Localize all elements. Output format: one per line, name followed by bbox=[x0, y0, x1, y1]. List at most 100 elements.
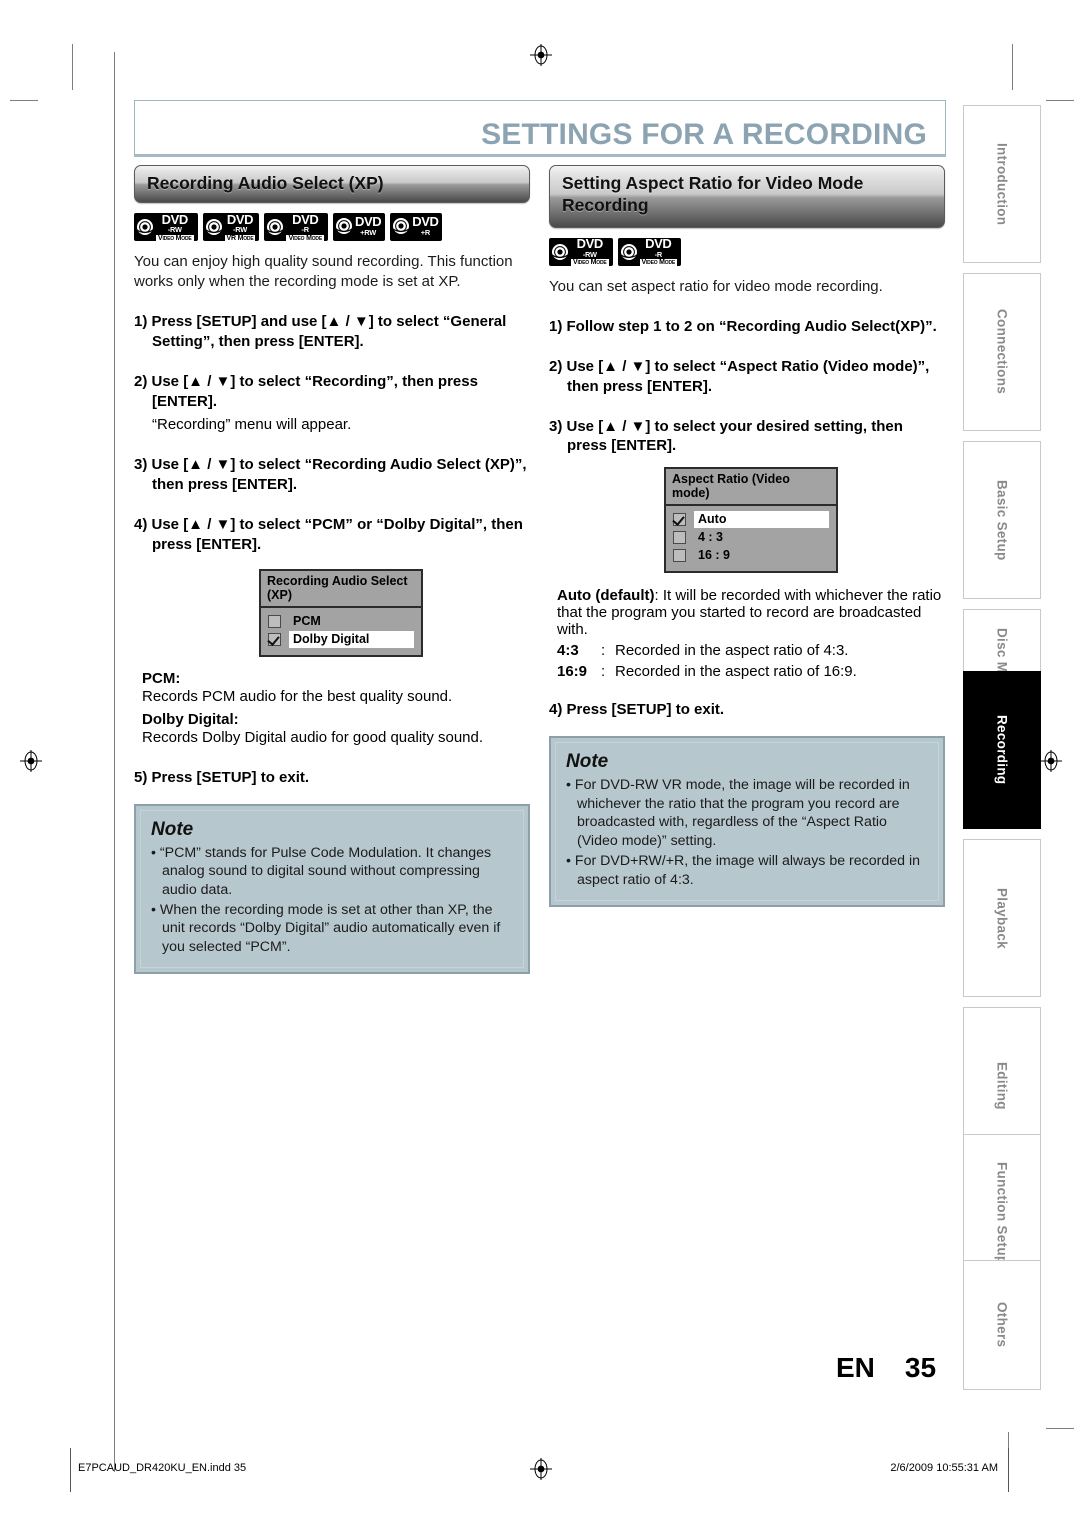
ratio-separator: : bbox=[601, 642, 606, 660]
sidebar-item-introduction[interactable]: Introduction bbox=[963, 105, 1041, 263]
registration-mark-right bbox=[1040, 750, 1062, 772]
step-item: 4) Use [▲ / ▼] to select “PCM” or “Dolby… bbox=[134, 515, 523, 553]
tab-label: Basic Setup bbox=[994, 479, 1010, 561]
step-item: 3) Use [▲ / ▼] to select your desired se… bbox=[549, 417, 903, 455]
osd-option-label: Auto bbox=[694, 511, 829, 529]
definition-description: Records Dolby Digital audio for good qua… bbox=[142, 728, 484, 746]
tab-label: Playback bbox=[994, 887, 1010, 949]
osd-option-row[interactable]: Auto bbox=[673, 511, 829, 529]
disc-badge: DVD -R Video Mode bbox=[617, 236, 682, 267]
auto-definition-term: Auto (default) bbox=[557, 587, 655, 605]
note-heading: Note bbox=[566, 751, 609, 773]
step-note: “Recording” menu will appear. bbox=[152, 416, 352, 434]
disc-badge-name: DVD bbox=[354, 214, 382, 230]
step-item-final: 4) Press [SETUP] to exit. bbox=[549, 701, 725, 719]
crop-mark-top-left-horizontal bbox=[10, 100, 38, 101]
disc-badge-mode: VR Mode bbox=[224, 234, 256, 242]
disc-badge-format: -RW bbox=[232, 225, 247, 235]
page-language-code: EN bbox=[836, 1352, 875, 1383]
osd-dialog-title: Recording Audio Select (XP) bbox=[261, 570, 421, 608]
section-intro-text: You can enjoy high quality sound recordi… bbox=[134, 253, 513, 291]
section-title-label: Setting Aspect Ratio for Video Mode Reco… bbox=[562, 173, 864, 216]
section-header-aspect-ratio: Setting Aspect Ratio for Video Mode Reco… bbox=[549, 165, 945, 228]
disc-badge-name: DVD bbox=[412, 214, 439, 230]
crop-mark-bottom-right-horizontal bbox=[1046, 1428, 1074, 1429]
checkbox-unchecked-icon[interactable] bbox=[673, 549, 686, 563]
side-tab-strip: Introduction Connections Basic Setup Dis… bbox=[963, 105, 1041, 1390]
title-underline bbox=[134, 154, 946, 157]
osd-option-list: Auto 4 : 3 16 : 9 bbox=[666, 506, 836, 571]
sidebar-item-connections[interactable]: Connections bbox=[963, 273, 1041, 431]
footer-timestamp: 2/6/2009 10:55:31 AM bbox=[890, 1462, 998, 1474]
osd-option-row[interactable]: 4 : 3 bbox=[673, 529, 829, 546]
definition-term: Dolby Digital: bbox=[142, 710, 239, 728]
section-title-label: Recording Audio Select (XP) bbox=[147, 173, 384, 193]
checkbox-unchecked-icon[interactable] bbox=[268, 614, 281, 628]
osd-option-row[interactable]: PCM bbox=[268, 613, 414, 630]
disc-icon bbox=[620, 243, 638, 261]
footer-rule-left bbox=[70, 1448, 71, 1492]
osd-dialog-recording-audio-select: Recording Audio Select (XP) PCM Dolby Di… bbox=[259, 568, 423, 657]
disc-badge-group-left: DVD -RW Video Mode DVD -RW VR Mode DVD -… bbox=[134, 211, 530, 242]
note-box-left: Note “PCM” stands for Pulse Code Modulat… bbox=[134, 803, 530, 975]
ratio-key: 16:9 bbox=[557, 663, 588, 681]
registration-mark-top bbox=[530, 44, 552, 66]
tab-label: Introduction bbox=[994, 142, 1010, 226]
page-title: SETTINGS FOR A RECORDING bbox=[481, 118, 927, 151]
osd-option-label: 4 : 3 bbox=[698, 530, 724, 545]
disc-badge-mode: Video Mode bbox=[286, 234, 324, 242]
note-list: “PCM” stands for Pulse Code Modulation. … bbox=[151, 844, 513, 957]
ratio-separator: : bbox=[601, 663, 606, 681]
checkbox-checked-icon[interactable] bbox=[673, 513, 686, 527]
osd-option-row[interactable]: 16 : 9 bbox=[673, 547, 829, 564]
crop-mark-top-right-vertical bbox=[1012, 44, 1013, 90]
tab-label: Connections bbox=[994, 309, 1010, 395]
osd-dialog-title: Aspect Ratio (Video mode) bbox=[666, 469, 836, 507]
disc-icon bbox=[136, 218, 154, 236]
disc-badge: DVD -RW Video Mode bbox=[549, 236, 613, 267]
disc-icon bbox=[266, 218, 284, 236]
disc-badge-mode: Video Mode bbox=[571, 259, 609, 267]
osd-option-row[interactable]: Dolby Digital bbox=[268, 630, 414, 648]
step-item: 1) Follow step 1 to 2 on “Recording Audi… bbox=[549, 317, 937, 335]
sidebar-item-recording-active[interactable]: Recording bbox=[963, 671, 1041, 829]
sidebar-item-basic-setup[interactable]: Basic Setup bbox=[963, 441, 1041, 599]
chapter-title-box: SETTINGS FOR A RECORDING bbox=[134, 100, 946, 155]
disc-badge-name: DVD bbox=[576, 236, 604, 252]
osd-option-list: PCM Dolby Digital bbox=[261, 608, 421, 655]
checkbox-unchecked-icon[interactable] bbox=[673, 531, 686, 545]
tab-label: Editing bbox=[994, 1062, 1010, 1110]
disc-badge-name: DVD bbox=[226, 211, 254, 227]
tab-label: Function Setup bbox=[994, 1161, 1010, 1265]
osd-option-label: 16 : 9 bbox=[698, 548, 730, 563]
left-column: Recording Audio Select (XP) DVD -RW Vide… bbox=[134, 165, 530, 975]
ratio-description: Recorded in the aspect ratio of 16:9. bbox=[615, 663, 857, 681]
note-item: “PCM” stands for Pulse Code Modulation. … bbox=[151, 844, 513, 899]
sidebar-item-others[interactable]: Others bbox=[963, 1260, 1041, 1390]
ratio-key: 4:3 bbox=[557, 642, 579, 660]
disc-badge: DVD +RW bbox=[332, 213, 386, 242]
page-number-value: 35 bbox=[904, 1352, 937, 1383]
disc-icon bbox=[335, 217, 353, 235]
disc-badge-name: DVD bbox=[292, 211, 319, 227]
footer-filename: E7PCAUD_DR420KU_EN.indd 35 bbox=[78, 1462, 247, 1474]
disc-badge-name: DVD bbox=[161, 211, 189, 227]
osd-option-label: PCM bbox=[293, 613, 321, 628]
crop-mark-top-left-vertical bbox=[72, 44, 73, 90]
disc-badge-name: DVD bbox=[645, 236, 672, 252]
disc-icon bbox=[205, 218, 223, 236]
registration-mark-left bbox=[20, 750, 42, 772]
disc-icon bbox=[392, 217, 410, 235]
ratio-description: Recorded in the aspect ratio of 4:3. bbox=[615, 642, 849, 660]
right-column: Setting Aspect Ratio for Video Mode Reco… bbox=[549, 165, 945, 908]
crop-mark-top-right-horizontal bbox=[1046, 100, 1074, 101]
page-number: EN 35 bbox=[836, 1352, 936, 1384]
step-item: 2) Use [▲ / ▼] to select “Recording”, th… bbox=[134, 373, 478, 411]
checkbox-checked-icon[interactable] bbox=[268, 632, 281, 646]
note-item: For DVD+RW/+R, the image will always be … bbox=[566, 852, 928, 889]
sidebar-item-playback[interactable]: Playback bbox=[963, 839, 1041, 997]
ratio-row: 16:9 : Recorded in the aspect ratio of 1… bbox=[549, 663, 945, 680]
section-intro-text: You can set aspect ratio for video mode … bbox=[549, 277, 883, 295]
registration-mark-bottom bbox=[530, 1458, 552, 1480]
step-item-final: 5) Press [SETUP] to exit. bbox=[134, 768, 310, 786]
